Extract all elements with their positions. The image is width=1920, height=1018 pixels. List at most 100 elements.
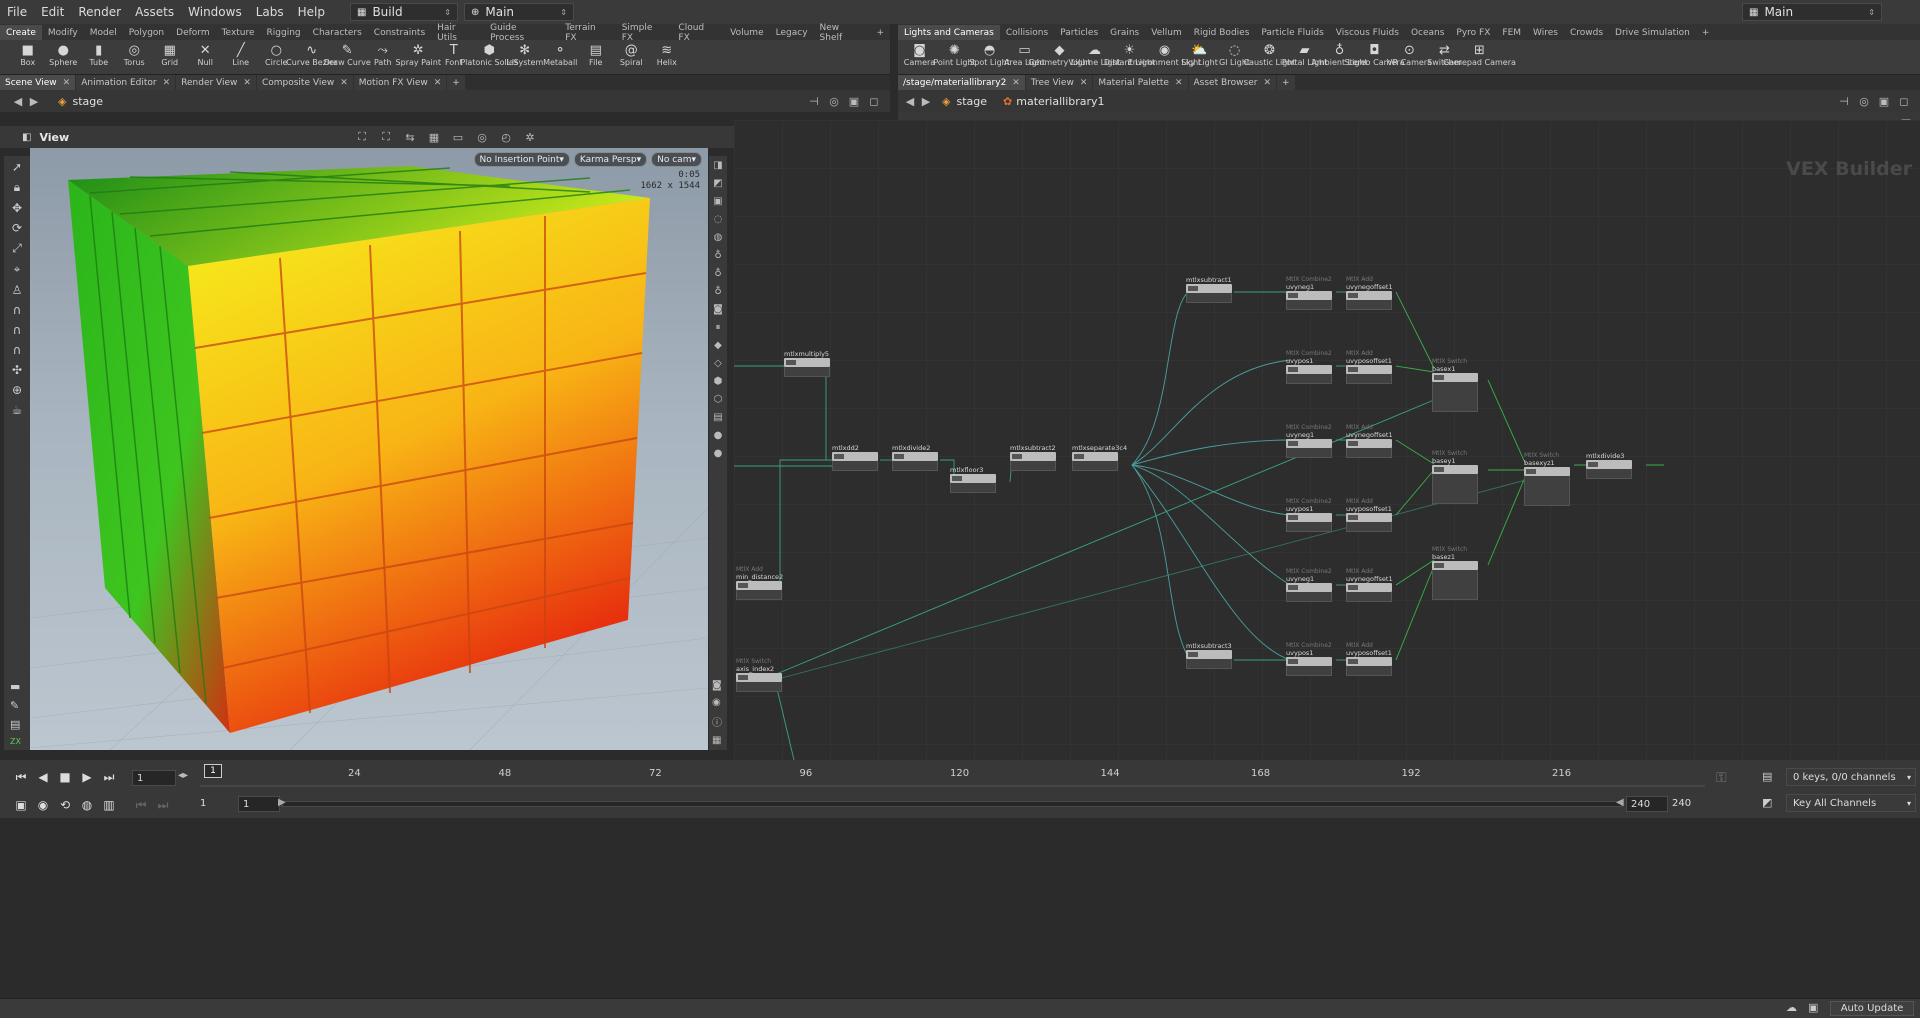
shelf-tab[interactable]: FEM (1496, 25, 1527, 40)
audio-icon[interactable]: ◉ (34, 796, 52, 814)
pane-tab[interactable]: /stage/materiallibrary2 ✕ (898, 75, 1025, 90)
forward-arrow-icon[interactable]: ▶ (918, 93, 934, 109)
node-header[interactable] (1286, 365, 1332, 374)
shelf-tool[interactable]: ▦ Grid (152, 40, 188, 68)
range-handle-end-icon[interactable]: ◀ (1616, 797, 1624, 808)
rotate-tool-icon[interactable]: ⟳ (12, 221, 22, 235)
shelf-tool[interactable]: ╱ Line (223, 40, 259, 68)
lock-icon[interactable]: 🔒︎ (14, 180, 20, 195)
shelf-tool[interactable]: @ Spiral (614, 40, 650, 68)
node-header[interactable] (1346, 365, 1392, 374)
graph-icon[interactable]: ◩ (1762, 796, 1772, 809)
node-header[interactable] (1432, 561, 1478, 570)
display-icon[interactable]: ▬ (10, 680, 21, 693)
link-icon[interactable]: ◎ (1856, 93, 1872, 109)
network-node[interactable]: mtlxfloor3 (950, 466, 996, 493)
pane-tab[interactable]: Material Palette ✕ (1093, 75, 1188, 90)
add-shelf-icon[interactable]: + (870, 25, 890, 40)
range-start2-field[interactable]: 1 (238, 796, 280, 812)
viewport-tool-icon[interactable]: ◴ (498, 129, 514, 145)
node-header[interactable] (1286, 657, 1332, 666)
network-node[interactable]: MtlX Add uvyposoffset1 (1346, 642, 1392, 676)
play-reverse-icon[interactable]: ◀ (34, 768, 52, 786)
sphere-icon[interactable]: ● (714, 430, 723, 441)
shading-icon[interactable]: ◇ (714, 358, 722, 369)
shelf-tab[interactable]: Polygon (123, 25, 170, 40)
network-node[interactable]: MtlX Switch basex1 (1432, 358, 1478, 412)
menu-help[interactable]: Help (291, 5, 332, 19)
light-icon[interactable]: ♁ (714, 268, 721, 279)
menu-edit[interactable]: Edit (34, 5, 71, 19)
shelf-tab[interactable]: Particle Fluids (1255, 25, 1329, 40)
pose-tool-icon[interactable]: ♙ (12, 283, 23, 297)
pane-tab[interactable]: Composite View ✕ (256, 75, 353, 90)
shelf-tab[interactable]: Particles (1054, 25, 1104, 40)
range-start-field[interactable]: 1 (200, 798, 240, 809)
first-frame-icon[interactable]: ⏮ (12, 768, 30, 786)
network-node[interactable]: MtlX Combine2 uvyneg1 (1286, 568, 1332, 602)
network-node[interactable]: mtlxseparate3c4 (1072, 444, 1127, 471)
play-icon[interactable]: ▶ (78, 768, 96, 786)
node-header[interactable] (1346, 657, 1392, 666)
shelf-tool[interactable]: ✺ Point Light (933, 40, 975, 68)
shelf-tab[interactable]: Pyro FX (1450, 25, 1496, 40)
stop-icon[interactable]: ■ (56, 768, 74, 786)
close-icon[interactable]: ✕ (243, 78, 251, 88)
auto-update-button[interactable]: Auto Update (1830, 1001, 1914, 1016)
shelf-tab[interactable]: Crowds (1564, 25, 1609, 40)
pin-icon[interactable]: ⊣ (806, 93, 822, 109)
display-option-icon[interactable]: ◨ (713, 160, 722, 171)
loop-icon[interactable]: ⟲ (56, 796, 74, 814)
node-header[interactable] (950, 474, 996, 483)
shelf-tab[interactable]: Legacy (770, 25, 814, 40)
render-icon[interactable]: ☕︎ (12, 403, 23, 417)
path-material-library[interactable]: materiallibrary1 (1016, 95, 1104, 108)
insertion-point-dropdown[interactable]: No Insertion Point ▾ (473, 152, 570, 167)
network-node[interactable]: MtlX Combine2 uvypos1 (1286, 350, 1332, 384)
shelf-tab[interactable]: Volume (724, 25, 769, 40)
current-frame-field[interactable]: 1 (132, 770, 176, 786)
shelf-tab[interactable]: Texture (216, 25, 261, 40)
node-header[interactable] (1346, 583, 1392, 592)
back-arrow-icon[interactable]: ◀ (902, 93, 918, 109)
viewport-tool-icon[interactable]: ⇆ (402, 129, 418, 145)
camera-icon[interactable]: ◙ (712, 680, 722, 691)
maximize-icon[interactable]: ◻ (1896, 93, 1912, 109)
maximize-icon[interactable]: ◻ (866, 93, 882, 109)
shelf-tool[interactable]: ▮ Tube (81, 40, 117, 68)
viewport-tool-icon[interactable]: ⛶ (378, 129, 394, 145)
ruler-icon[interactable]: ▥ (100, 796, 118, 814)
pause-icon[interactable]: ⏸ (716, 322, 721, 333)
step-icon[interactable]: ◂▸ (178, 770, 188, 781)
scene-viewport[interactable]: No Insertion Point ▾ Karma Persp ▾ No cam ▾… (30, 148, 708, 750)
shelf-tool[interactable]: ◎ Torus (117, 40, 153, 68)
display-option-icon[interactable]: ◍ (714, 232, 723, 243)
cloud-icon[interactable]: ☁ (1786, 1001, 1797, 1014)
back-arrow-icon[interactable]: ◀ (10, 93, 26, 109)
shelf-tab[interactable]: Deform (170, 25, 215, 40)
shading-icon[interactable]: ⬢ (714, 376, 723, 387)
network-node[interactable]: MtlX Combine2 uvyneg1 (1286, 276, 1332, 310)
node-header[interactable] (1286, 583, 1332, 592)
network-node[interactable]: MtlX Combine2 uvypos1 (1286, 642, 1332, 676)
shelf-tab[interactable]: Grains (1104, 25, 1145, 40)
shelf-tool[interactable]: ■ Box (10, 40, 46, 68)
node-header[interactable] (1346, 513, 1392, 522)
menu-assets[interactable]: Assets (128, 5, 181, 19)
camera-icon[interactable]: ◙ (713, 304, 723, 315)
layout-icon[interactable]: ▤ (713, 412, 722, 423)
node-header[interactable] (1186, 650, 1232, 659)
menu-file[interactable]: File (0, 5, 34, 19)
pin-icon[interactable]: ⊣ (1836, 93, 1852, 109)
network-node[interactable]: MtlX Add uvyposoffset1 (1346, 498, 1392, 532)
light-icon[interactable]: ♁ (714, 286, 721, 297)
lock-icon[interactable]: ▣ (713, 196, 722, 207)
network-node[interactable]: mtlxsubtract3 (1186, 642, 1232, 669)
layout-icon[interactable]: ▣ (846, 93, 862, 109)
network-node[interactable]: mtlxdivide3 (1586, 452, 1632, 479)
shelf-tab[interactable]: Viscous Fluids (1330, 25, 1405, 40)
shelf-tab[interactable]: Modify (42, 25, 84, 40)
node-header[interactable] (1286, 291, 1332, 300)
update-mode-icon[interactable]: ▣ (1808, 1001, 1818, 1014)
snap-icon[interactable]: ✣ (12, 363, 22, 377)
